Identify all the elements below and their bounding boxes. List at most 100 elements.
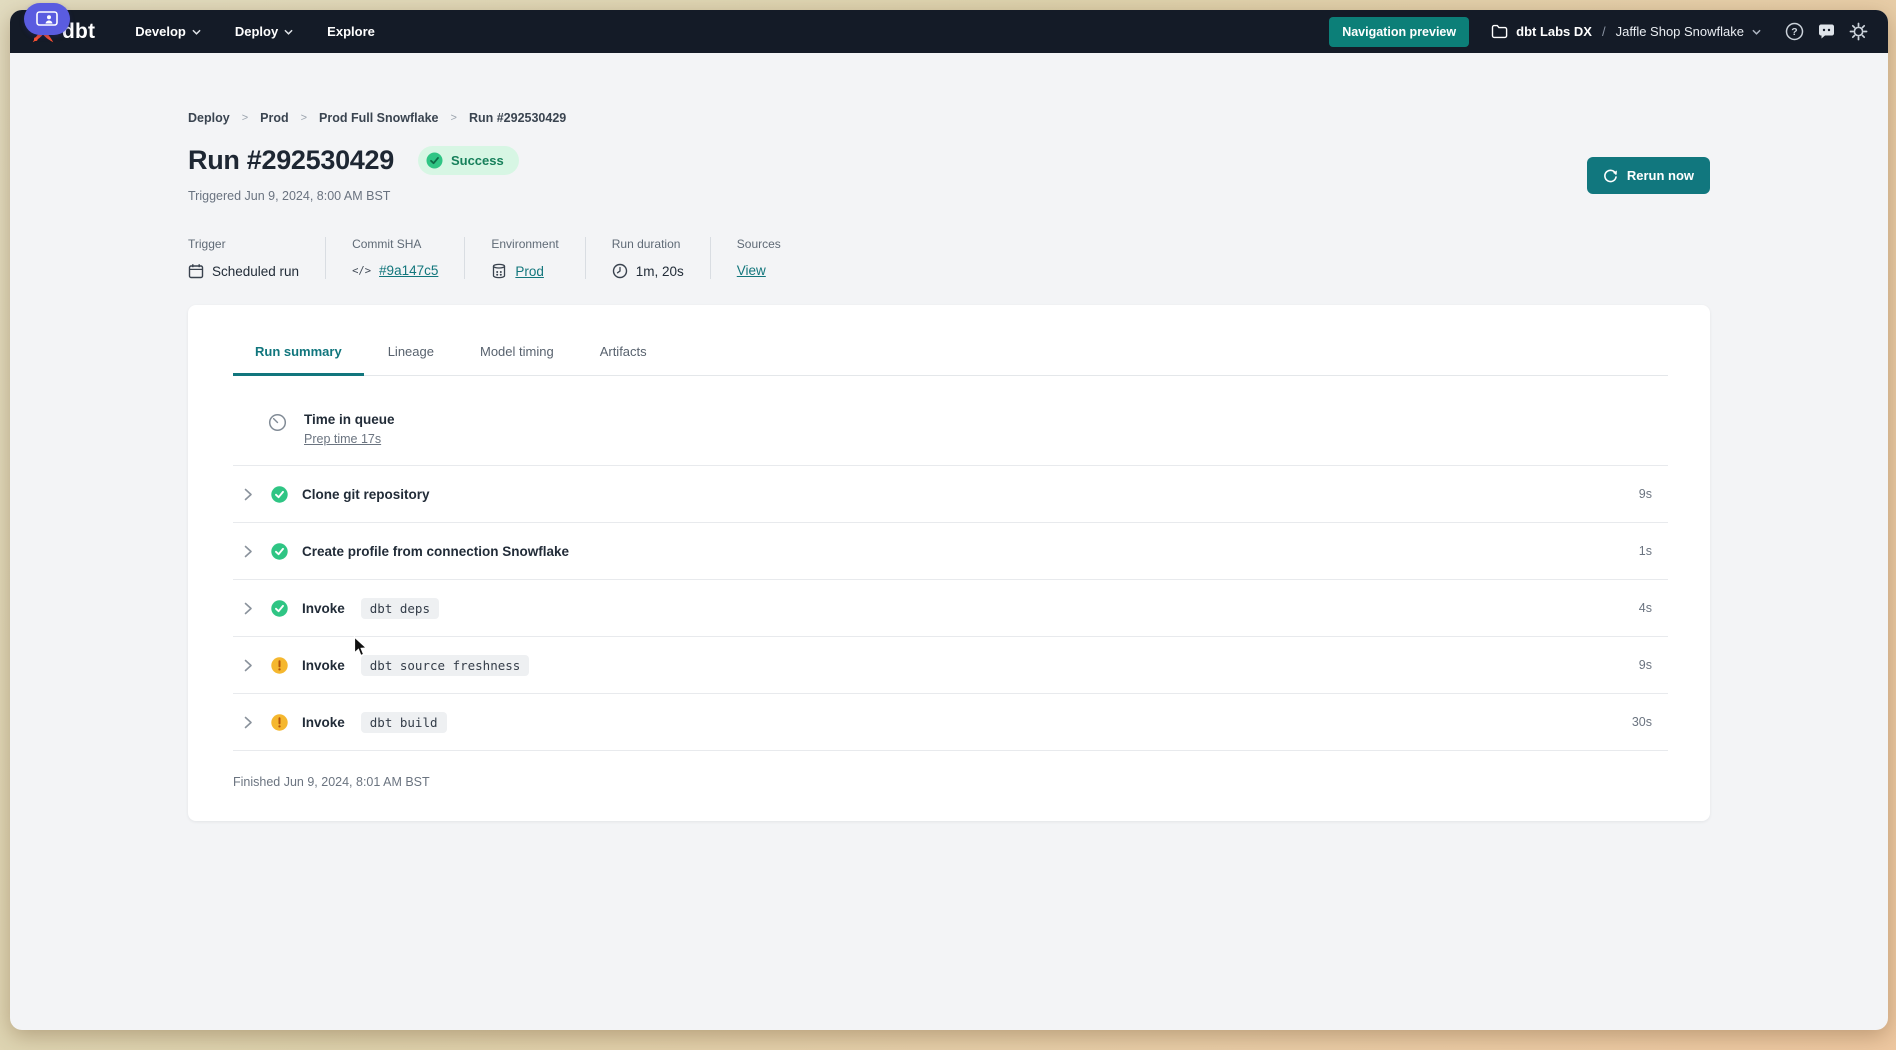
account-name: dbt Labs DX bbox=[1516, 24, 1592, 39]
step-duration: 1s bbox=[1639, 544, 1652, 558]
main-nav: Develop Deploy Explore bbox=[135, 24, 375, 39]
success-check-icon bbox=[271, 486, 288, 503]
meta-label: Run duration bbox=[612, 237, 684, 251]
warning-icon bbox=[271, 657, 288, 674]
step-duration: 30s bbox=[1632, 715, 1652, 729]
nav-deploy[interactable]: Deploy bbox=[235, 24, 293, 39]
folder-icon bbox=[1491, 24, 1508, 39]
success-check-icon bbox=[271, 600, 288, 617]
status-badge-label: Success bbox=[451, 153, 504, 168]
tab-bar: Run summary Lineage Model timing Artifac… bbox=[233, 305, 1668, 376]
step-duration: 4s bbox=[1639, 601, 1652, 615]
screen-share-badge[interactable] bbox=[24, 3, 70, 35]
chevron-right-icon[interactable] bbox=[239, 542, 257, 560]
navigation-preview-button[interactable]: Navigation preview bbox=[1329, 17, 1469, 47]
step-row-dbt-build[interactable]: Invoke dbt build 30s bbox=[233, 694, 1668, 751]
refresh-icon bbox=[1603, 168, 1618, 183]
breadcrumb-deploy[interactable]: Deploy bbox=[188, 111, 230, 125]
help-icon[interactable]: ? bbox=[1785, 22, 1804, 41]
success-check-icon bbox=[426, 152, 443, 169]
topbar-right: Navigation preview dbt Labs DX / Jaffle … bbox=[1329, 17, 1868, 47]
screen-share-icon bbox=[36, 11, 58, 27]
chevron-right-icon[interactable] bbox=[239, 485, 257, 503]
topbar-icon-group: ? bbox=[1785, 22, 1868, 41]
project-switcher[interactable]: dbt Labs DX / Jaffle Shop Snowflake bbox=[1491, 24, 1761, 39]
meta-label: Commit SHA bbox=[352, 237, 438, 251]
breadcrumb: Deploy > Prod > Prod Full Snowflake > Ru… bbox=[188, 111, 1710, 125]
queue-timer-icon bbox=[268, 413, 287, 432]
title-row: Run #292530429 Success bbox=[188, 145, 1710, 176]
step-label: Create profile from connection Snowflake bbox=[302, 544, 569, 559]
meta-label: Sources bbox=[737, 237, 781, 251]
tab-model-timing[interactable]: Model timing bbox=[458, 343, 576, 376]
environment-database-icon bbox=[491, 263, 507, 279]
meta-commit-sha: Commit SHA </> #9a147c5 bbox=[325, 237, 464, 279]
trigger-value: Scheduled run bbox=[212, 264, 299, 279]
tab-lineage[interactable]: Lineage bbox=[366, 343, 456, 376]
run-duration-value: 1m, 20s bbox=[636, 264, 684, 279]
code-icon: </> bbox=[352, 265, 371, 277]
step-row-create-profile[interactable]: Create profile from connection Snowflake… bbox=[233, 523, 1668, 580]
run-meta-row: Trigger Scheduled run Commit SHA </> #9a… bbox=[188, 237, 1710, 279]
meta-label: Trigger bbox=[188, 237, 299, 251]
chevron-down-icon bbox=[284, 29, 293, 35]
meta-sources: Sources View bbox=[710, 237, 807, 279]
breadcrumb-prod[interactable]: Prod bbox=[260, 111, 288, 125]
chevron-down-icon bbox=[1752, 29, 1761, 35]
tab-run-summary[interactable]: Run summary bbox=[233, 343, 364, 376]
chevron-right-icon[interactable] bbox=[239, 656, 257, 674]
path-separator: / bbox=[1602, 24, 1606, 39]
step-label: Invoke bbox=[302, 601, 345, 616]
calendar-icon bbox=[188, 263, 204, 279]
clock-icon bbox=[612, 263, 628, 279]
step-duration: 9s bbox=[1639, 658, 1652, 672]
step-row-dbt-deps[interactable]: Invoke dbt deps 4s bbox=[233, 580, 1668, 637]
commit-sha-link[interactable]: #9a147c5 bbox=[379, 263, 438, 278]
step-command-chip: dbt deps bbox=[361, 598, 439, 619]
run-summary-card: Run summary Lineage Model timing Artifac… bbox=[188, 305, 1710, 821]
top-navbar: dbt Develop Deploy Explore Navigation pr… bbox=[10, 10, 1888, 53]
nav-explore[interactable]: Explore bbox=[327, 24, 375, 39]
project-name: Jaffle Shop Snowflake bbox=[1616, 24, 1744, 39]
breadcrumb-separator: > bbox=[301, 112, 307, 124]
step-command-chip: dbt build bbox=[361, 712, 447, 733]
breadcrumb-run[interactable]: Run #292530429 bbox=[469, 111, 566, 125]
step-command-chip: dbt source freshness bbox=[361, 655, 530, 676]
svg-text:?: ? bbox=[1791, 26, 1797, 38]
chevron-down-icon bbox=[192, 29, 201, 35]
breadcrumb-job[interactable]: Prod Full Snowflake bbox=[319, 111, 438, 125]
sources-view-link[interactable]: View bbox=[737, 263, 766, 278]
meta-environment: Environment Prod bbox=[464, 237, 584, 279]
status-badge: Success bbox=[418, 146, 519, 175]
tab-artifacts[interactable]: Artifacts bbox=[578, 343, 669, 376]
chevron-right-icon[interactable] bbox=[239, 599, 257, 617]
step-label: Clone git repository bbox=[302, 487, 430, 502]
meta-run-duration: Run duration 1m, 20s bbox=[585, 237, 710, 279]
meta-label: Environment bbox=[491, 237, 558, 251]
nav-develop[interactable]: Develop bbox=[135, 24, 201, 39]
chevron-right-icon[interactable] bbox=[239, 713, 257, 731]
environment-link[interactable]: Prod bbox=[515, 264, 544, 279]
warning-icon bbox=[271, 714, 288, 731]
app-window: dbt Develop Deploy Explore Navigation pr… bbox=[10, 10, 1888, 1030]
run-detail-page: Deploy > Prod > Prod Full Snowflake > Ru… bbox=[188, 53, 1710, 821]
rerun-now-label: Rerun now bbox=[1627, 168, 1694, 183]
rerun-now-button[interactable]: Rerun now bbox=[1587, 157, 1710, 194]
meta-trigger: Trigger Scheduled run bbox=[188, 237, 325, 279]
breadcrumb-separator: > bbox=[242, 112, 248, 124]
queue-title: Time in queue bbox=[304, 412, 395, 427]
finished-timestamp: Finished Jun 9, 2024, 8:01 AM BST bbox=[233, 751, 1668, 821]
settings-gear-icon[interactable] bbox=[1849, 22, 1868, 41]
page-title: Run #292530429 bbox=[188, 145, 394, 176]
prep-time-link[interactable]: Prep time 17s bbox=[304, 432, 381, 446]
step-duration: 9s bbox=[1639, 487, 1652, 501]
triggered-timestamp: Triggered Jun 9, 2024, 8:00 AM BST bbox=[188, 189, 1710, 203]
step-label: Invoke bbox=[302, 715, 345, 730]
step-row-dbt-source-freshness[interactable]: Invoke dbt source freshness 9s bbox=[233, 637, 1668, 694]
step-label: Invoke bbox=[302, 658, 345, 673]
time-in-queue-section: Time in queue Prep time 17s bbox=[233, 376, 1668, 466]
feedback-icon[interactable] bbox=[1817, 22, 1836, 41]
breadcrumb-separator: > bbox=[451, 112, 457, 124]
success-check-icon bbox=[271, 543, 288, 560]
step-row-clone-git[interactable]: Clone git repository 9s bbox=[233, 466, 1668, 523]
